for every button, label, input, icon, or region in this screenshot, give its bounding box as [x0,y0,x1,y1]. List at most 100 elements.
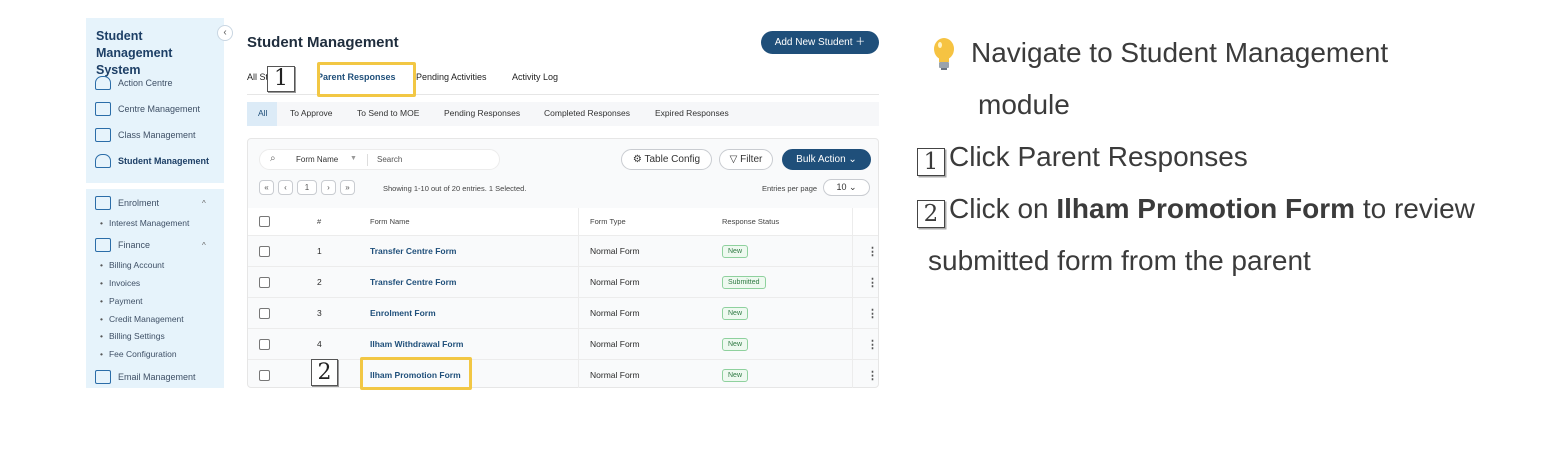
instruction-step-1: 1 Click Parent Responses [917,140,1248,176]
sidebar-subitem[interactable]: Billing Settings [100,331,165,341]
sidebar-subitem[interactable]: Interest Management [100,218,189,228]
subtab-to-approve[interactable]: To Approve [290,108,333,118]
last-page-button[interactable]: » [340,180,355,195]
sidebar-subitem[interactable]: Billing Account [100,260,164,270]
sidebar-item-student-management[interactable]: Student Management [95,153,209,169]
kebab-menu-icon[interactable]: ⋮ [867,236,878,266]
table-row[interactable]: 5 Ilham Promotion Form Normal Form New ⋮ [248,360,878,388]
col-header-form-type[interactable]: Form Type [590,208,626,235]
step-2-pre: Click on [949,193,1057,224]
highlight-ilham-promotion-form [360,357,472,390]
row-checkbox[interactable] [259,267,270,297]
entries-per-page-label: Entries per page [762,184,818,193]
entries-per-page-select[interactable]: 10 ⌄ [823,179,870,196]
bulk-action-button[interactable]: Bulk Action ⌄ [782,149,871,170]
search-field-select[interactable]: Form Name [296,155,338,164]
sidebar-subitem[interactable]: Invoices [100,278,140,288]
sidebar-title: Student Management System [96,29,173,77]
users-icon [95,154,111,168]
first-page-button[interactable]: « [259,180,274,195]
sidebar-item-finance[interactable]: Finance ^ [95,237,206,253]
step-1-text: Click Parent Responses [949,141,1248,172]
step-number-2: 2 [917,200,945,228]
chevron-up-icon: ^ [202,240,206,250]
instruction-step-2b: submitted form from the parent [928,245,1311,276]
kebab-menu-icon[interactable]: ⋮ [867,298,878,328]
kebab-menu-icon[interactable]: ⋮ [867,329,878,359]
row-checkbox[interactable] [259,236,270,266]
form-name-link[interactable]: Transfer Centre Form [370,236,456,266]
subtab-expired-responses[interactable]: Expired Responses [655,108,729,118]
search-input[interactable]: ⌕ Form Name ▼ Search [259,149,500,170]
lightbulb-icon [934,38,954,70]
tab-activity-log[interactable]: Activity Log [512,72,558,82]
next-page-button[interactable]: › [321,180,336,195]
step-marker-1: 1 [267,66,295,92]
form-type: Normal Form [590,339,640,349]
form-type: Normal Form [590,246,640,256]
entries-value: 10 [836,182,847,192]
select-all-checkbox[interactable] [259,208,270,235]
filter-label: Filter [740,154,763,165]
table-row[interactable]: 3 Enrolment Form Normal Form New ⋮ [248,298,878,329]
form-name-link[interactable]: Enrolment Form [370,298,436,328]
dollar-icon [95,238,111,252]
row-number: 1 [317,246,322,256]
row-number: 4 [317,339,322,349]
table-row[interactable]: 1 Transfer Centre Form Normal Form New ⋮ [248,236,878,267]
column-divider [852,208,853,388]
sidebar-item-class-management[interactable]: Class Management [95,127,196,143]
sidebar-item-label: Email Management [118,372,196,382]
sidebar-subitem[interactable]: Payment [100,296,143,306]
table-header-row: # Form Name Form Type Response Status [248,208,878,236]
subtab-to-send-to-moe[interactable]: To Send to MOE [357,108,419,118]
subtab-all[interactable]: All [258,108,267,118]
status-badge-label: New [722,244,749,258]
chevron-down-icon: ⌄ [845,154,857,165]
sidebar-item-enrolment[interactable]: Enrolment ^ [95,195,206,211]
kebab-menu-icon[interactable]: ⋮ [867,360,878,388]
form-type: Normal Form [590,277,640,287]
sidebar-item-centre-management[interactable]: Centre Management [95,101,200,117]
chevron-down-icon: ▼ [350,155,357,162]
add-new-student-button[interactable]: Add New Student ＋ [761,31,879,54]
search-icon: ⌕ [270,153,276,164]
form-name-link[interactable]: Transfer Centre Form [370,267,456,297]
sidebar-item-label: Action Centre [118,78,173,88]
tab-pending-activities[interactable]: Pending Activities [416,72,487,82]
row-checkbox[interactable] [259,298,270,328]
sidebar-item-action-centre[interactable]: Action Centre [95,75,173,91]
col-header-response-status[interactable]: Response Status [722,208,779,235]
sidebar-subitem[interactable]: Fee Configuration [100,349,177,359]
row-checkbox[interactable] [259,360,270,388]
row-number: 3 [317,308,322,318]
table-config-button[interactable]: ⚙ Table Config [621,149,712,170]
subtab-bar: All To Approve To Send to MOE Pending Re… [247,102,879,126]
page-number[interactable]: 1 [297,180,317,195]
sidebar-item-email-management[interactable]: Email Management [95,369,196,385]
table-row[interactable]: 4 Ilham Withdrawal Form Normal Form New … [248,329,878,360]
sidebar-item-label: Centre Management [118,104,201,114]
sidebar-item-label: Student Management [118,156,210,166]
form-name-link[interactable]: Ilham Withdrawal Form [370,329,463,359]
collapse-sidebar-button[interactable]: ‹ [217,25,233,41]
building-icon [95,102,111,116]
step-number-1: 1 [917,148,945,176]
row-checkbox[interactable] [259,329,270,359]
col-header-form-name[interactable]: Form Name [370,208,410,235]
instruction-line-1: Navigate to Student Management [971,37,1389,68]
filter-button[interactable]: ▽ Filter [719,149,773,170]
kebab-menu-icon[interactable]: ⋮ [867,267,878,297]
table-row[interactable]: 2 Transfer Centre Form Normal Form Submi… [248,267,878,298]
status-badge-label: New [722,337,749,351]
sidebar-item-label: Class Management [118,130,196,140]
highlight-parent-responses [317,62,416,97]
status-badge: New [722,236,749,266]
app-screenshot: Student Management System Action Centre … [86,18,886,388]
status-badge-label: Submitted [722,275,766,289]
subtab-pending-responses[interactable]: Pending Responses [444,108,520,118]
subtab-completed-responses[interactable]: Completed Responses [544,108,630,118]
sidebar-subitem[interactable]: Credit Management [100,314,184,324]
prev-page-button[interactable]: ‹ [278,180,293,195]
responses-panel: ⌕ Form Name ▼ Search ⚙ Table Config ▽ Fi… [247,138,879,388]
